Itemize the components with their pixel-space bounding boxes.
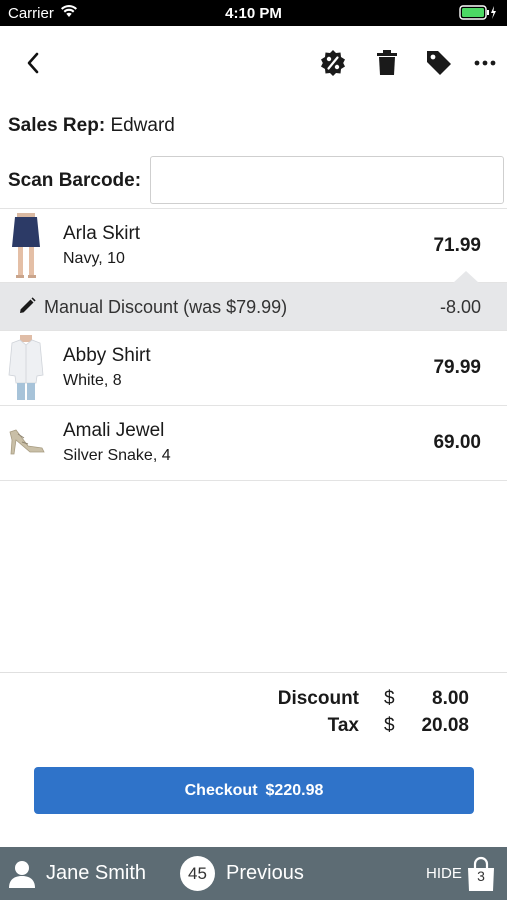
discount-description: Manual Discount (was $79.99) (44, 297, 288, 317)
shirt-thumbnail (8, 335, 44, 400)
user-icon[interactable] (8, 859, 36, 889)
discount-total-label: Discount (277, 688, 359, 709)
previous-count-badge[interactable]: 45 (180, 856, 215, 891)
cart-item[interactable]: Arla Skirt Navy, 10 71.99 (0, 208, 507, 282)
tag-icon (427, 51, 451, 75)
status-bar: Carrier 4:10 PM (0, 0, 507, 26)
sales-rep[interactable]: Sales Rep: Edward (8, 115, 175, 137)
cart-item[interactable]: Abby Shirt White, 8 79.99 (0, 330, 507, 405)
discount-total-currency: $ (384, 688, 395, 709)
shopping-bag-button[interactable]: 3 (466, 856, 496, 892)
hide-button[interactable]: HIDE (426, 865, 462, 882)
checkout-button[interactable]: Checkout $220.98 (34, 767, 474, 814)
skirt-thumbnail (12, 213, 40, 278)
item-name: Arla Skirt (63, 223, 141, 244)
item-variant: Navy, 10 (63, 250, 125, 267)
item-price: 79.99 (433, 357, 481, 378)
discount-button[interactable] (318, 48, 348, 78)
totals-panel: Discount $ 8.00 Tax $ 20.08 Checkout $22… (0, 672, 507, 847)
scan-barcode-label: Scan Barcode: (8, 170, 142, 191)
back-button[interactable] (18, 48, 48, 78)
item-variant: White, 8 (63, 372, 122, 389)
manual-discount-row[interactable]: Manual Discount (was $79.99) -8.00 (0, 271, 507, 330)
chevron-left-icon (27, 52, 39, 74)
discount-amount: -8.00 (439, 297, 481, 317)
item-price: 69.00 (433, 432, 481, 453)
battery-icon (459, 5, 497, 24)
checkout-amount: $220.98 (265, 781, 324, 799)
bottom-bar: Jane Smith 45 Previous HIDE 3 (0, 847, 507, 900)
discount-caret (453, 271, 479, 283)
bag-count: 3 (477, 868, 485, 884)
clock: 4:10 PM (225, 5, 282, 22)
delete-button[interactable] (372, 48, 402, 78)
sales-rep-label: Sales Rep: (8, 115, 106, 136)
previous-button[interactable]: Previous (226, 862, 304, 885)
tax-total-currency: $ (384, 715, 395, 736)
item-variant: Silver Snake, 4 (63, 447, 171, 464)
toolbar (0, 26, 507, 98)
trash-icon (377, 50, 397, 75)
discount-total-value: 8.00 (432, 688, 469, 709)
tax-total-value: 20.08 (421, 715, 469, 736)
item-name: Abby Shirt (63, 345, 151, 366)
customer-name[interactable]: Jane Smith (46, 862, 146, 885)
list-divider (0, 480, 507, 481)
sandal-thumbnail (9, 429, 45, 455)
scan-barcode-input[interactable] (150, 156, 504, 204)
item-price: 71.99 (433, 235, 481, 256)
more-horizontal-icon (474, 60, 496, 66)
tax-total-label: Tax (327, 715, 359, 736)
checkout-label: Checkout (184, 781, 258, 799)
cart-item[interactable]: Amali Jewel Silver Snake, 4 69.00 (0, 405, 507, 480)
item-name: Amali Jewel (63, 420, 165, 441)
tag-button[interactable] (424, 48, 454, 78)
sales-rep-value: Edward (110, 115, 175, 136)
cart-items-list: Arla Skirt Navy, 10 71.99 Manual Discoun… (0, 208, 507, 481)
more-button[interactable] (470, 48, 500, 78)
pencil-icon (20, 297, 36, 313)
percent-badge-icon (321, 50, 345, 76)
